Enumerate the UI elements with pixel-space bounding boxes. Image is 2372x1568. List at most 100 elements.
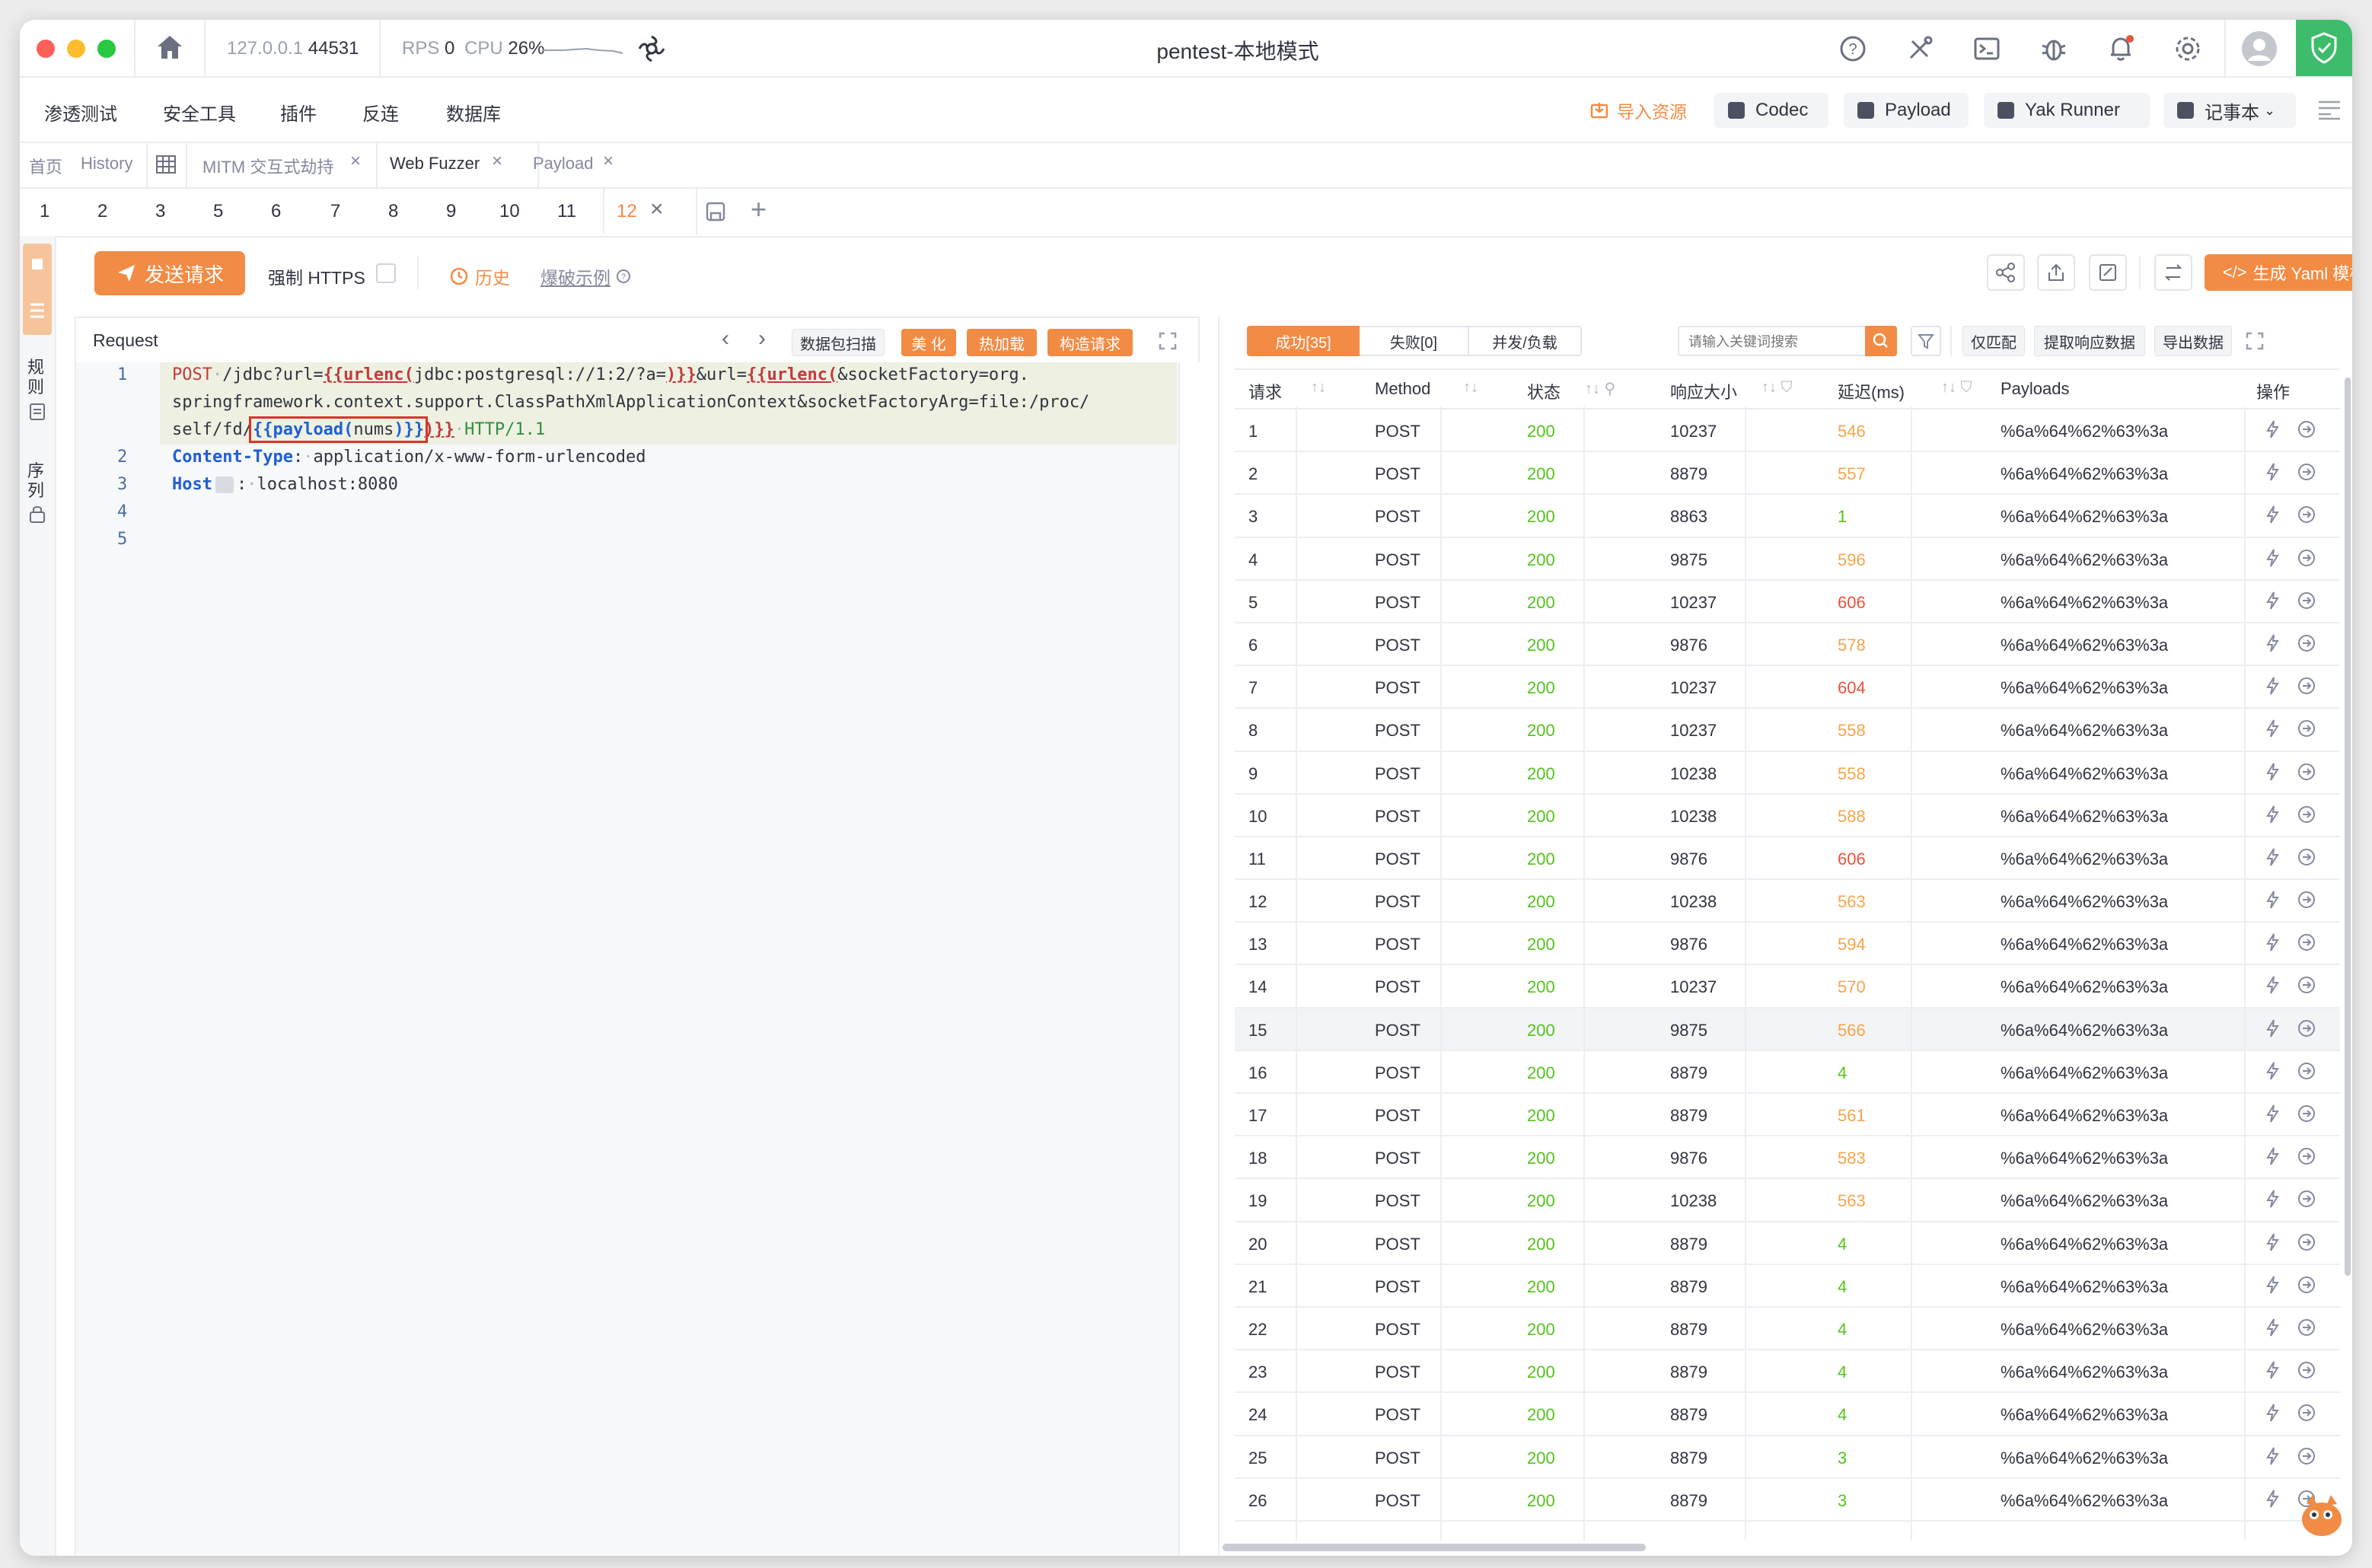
search-button[interactable] — [1865, 326, 1897, 356]
table-row[interactable]: 6 POST 200 9876 578 %6a%64%62%63%3a — [1235, 623, 2340, 667]
lightning-icon[interactable] — [2262, 419, 2284, 440]
col-delay[interactable]: 延迟(ms) — [1838, 379, 1905, 403]
yak-runner-button[interactable]: Yak Runner — [1984, 93, 2150, 128]
table-row[interactable]: 1 POST 200 10237 546 %6a%64%62%63%3a — [1235, 410, 2340, 453]
lightning-icon[interactable] — [2262, 846, 2284, 868]
view-detail-icon[interactable] — [2296, 1274, 2317, 1296]
lightning-icon[interactable] — [2262, 1445, 2284, 1467]
security-status[interactable] — [2296, 20, 2352, 76]
lightning-icon[interactable] — [2262, 504, 2284, 525]
table-row[interactable]: 25 POST 200 8879 3 %6a%64%62%63%3a — [1235, 1436, 2340, 1479]
view-detail-icon[interactable] — [2296, 1402, 2317, 1423]
swap-layout-button[interactable] — [2154, 254, 2192, 291]
sort-search-icon[interactable]: ↑↓ ⚲ — [1585, 379, 1615, 398]
col-request[interactable]: 请求 — [1248, 379, 1282, 403]
help-icon[interactable]: ? — [1838, 33, 1868, 64]
bug-icon[interactable] — [2039, 33, 2069, 64]
view-detail-icon[interactable] — [2296, 675, 2317, 696]
side-active-item[interactable] — [23, 244, 52, 335]
editor-scrollbar[interactable] — [1178, 362, 1200, 1556]
request-editor[interactable]: 1 2 3 4 5 POST·/jdbc?url={{urlenc(jdbc:p… — [76, 362, 1200, 1556]
lightning-icon[interactable] — [2262, 1146, 2284, 1167]
packet-scan-button[interactable]: 数据包扫描 — [792, 329, 885, 356]
lightning-icon[interactable] — [2262, 547, 2284, 569]
lightning-icon[interactable] — [2262, 1188, 2284, 1209]
table-row[interactable]: 9 POST 200 10238 558 %6a%64%62%63%3a — [1235, 752, 2340, 795]
view-detail-icon[interactable] — [2296, 932, 2317, 953]
terminal-icon[interactable] — [1972, 33, 2002, 64]
send-request-button[interactable]: 发送请求 — [94, 251, 245, 295]
menu-security-tools[interactable]: 安全工具 — [163, 99, 236, 126]
view-detail-icon[interactable] — [2296, 1317, 2317, 1338]
table-row[interactable]: 11 POST 200 9876 606 %6a%64%62%63%3a — [1235, 837, 2340, 881]
table-row[interactable]: 13 POST 200 9876 594 %6a%64%62%63%3a — [1235, 923, 2340, 966]
payload-button[interactable]: Payload — [1844, 93, 1969, 128]
table-row[interactable]: 23 POST 200 8879 4 %6a%64%62%63%3a — [1235, 1350, 2340, 1394]
view-detail-icon[interactable] — [2296, 1188, 2317, 1209]
notebook-dropdown[interactable]: 记事本 ⌄ — [2163, 93, 2296, 128]
tab-mitm[interactable]: MITM 交互式劫持 — [202, 154, 333, 178]
table-row[interactable]: 10 POST 200 10238 588 %6a%64%62%63%3a — [1235, 795, 2340, 837]
view-detail-icon[interactable] — [2296, 1060, 2317, 1082]
lightning-icon[interactable] — [2262, 1018, 2284, 1039]
engine-status-icon[interactable] — [636, 33, 667, 64]
lightning-icon[interactable] — [2262, 804, 2284, 825]
side-sequence-label[interactable]: 序列 — [27, 461, 47, 501]
match-only-button[interactable]: 仅匹配 — [1962, 326, 2025, 356]
col-status[interactable]: 状态 — [1527, 379, 1561, 403]
lightning-icon[interactable] — [2262, 889, 2284, 910]
menu-database[interactable]: 数据库 — [446, 99, 501, 126]
view-detail-icon[interactable] — [2296, 633, 2317, 654]
lightning-icon[interactable] — [2262, 461, 2284, 483]
table-row[interactable]: 5 POST 200 10237 606 %6a%64%62%63%3a — [1235, 581, 2340, 623]
lightning-icon[interactable] — [2262, 1488, 2284, 1509]
hot-load-button[interactable]: 热加载 — [967, 329, 1037, 356]
sort-icon[interactable]: ↑↓ — [1463, 379, 1478, 397]
col-method[interactable]: Method — [1375, 379, 1430, 399]
lightning-icon[interactable] — [2262, 1232, 2284, 1253]
view-detail-icon[interactable] — [2296, 1018, 2317, 1039]
tab-fail[interactable]: 失败[0] — [1360, 326, 1469, 356]
mascot-icon[interactable] — [2291, 1487, 2351, 1547]
close-tab-mitm-icon[interactable]: × — [350, 151, 361, 172]
tab-history[interactable]: History — [81, 154, 132, 174]
table-row[interactable]: 16 POST 200 8879 4 %6a%64%62%63%3a — [1235, 1051, 2340, 1094]
view-detail-icon[interactable] — [2296, 1359, 2317, 1381]
user-avatar-icon[interactable] — [2241, 30, 2278, 67]
subtab-3[interactable]: 3 — [155, 201, 165, 222]
view-detail-icon[interactable] — [2296, 718, 2317, 739]
subtab-5[interactable]: 5 — [213, 201, 223, 222]
lightning-icon[interactable] — [2262, 1274, 2284, 1296]
sort-filter-icon[interactable]: ↑↓ ⛉ — [1941, 379, 1972, 397]
tab-concurrent[interactable]: 并发/负载 — [1469, 326, 1582, 356]
view-detail-icon[interactable] — [2296, 974, 2317, 996]
import-resource-button[interactable]: 导入资源 — [1589, 97, 1687, 123]
tab-success[interactable]: 成功[35] — [1247, 326, 1360, 356]
view-detail-icon[interactable] — [2296, 1232, 2317, 1253]
table-row[interactable]: 2 POST 200 8879 557 %6a%64%62%63%3a — [1235, 452, 2340, 496]
subtab-1[interactable]: 1 — [40, 201, 49, 222]
save-tab-icon[interactable] — [703, 199, 728, 224]
extract-response-button[interactable]: 提取响应数据 — [2034, 326, 2145, 356]
table-row[interactable]: 15 POST 200 9875 566 %6a%64%62%63%3a — [1235, 1008, 2340, 1051]
settings-gear-icon[interactable] — [2173, 33, 2203, 64]
view-detail-icon[interactable] — [2296, 761, 2317, 782]
table-row[interactable]: 7 POST 200 10237 604 %6a%64%62%63%3a — [1235, 666, 2340, 709]
subtab-8[interactable]: 8 — [388, 201, 398, 222]
close-tab-payload-icon[interactable]: × — [603, 151, 614, 172]
col-payloads[interactable]: Payloads — [2001, 379, 2070, 399]
table-row[interactable]: 21 POST 200 8879 4 %6a%64%62%63%3a — [1235, 1265, 2340, 1308]
tools-icon[interactable] — [1905, 33, 1935, 64]
search-input[interactable] — [1687, 330, 1857, 353]
table-row[interactable]: 17 POST 200 8879 561 %6a%64%62%63%3a — [1235, 1094, 2340, 1137]
history-button[interactable]: 历史 — [449, 263, 510, 289]
lightning-icon[interactable] — [2262, 974, 2284, 996]
menu-plugins[interactable]: 插件 — [280, 99, 317, 126]
table-row[interactable]: 26 POST 200 8879 3 %6a%64%62%63%3a — [1235, 1479, 2340, 1522]
subtab-11[interactable]: 11 — [557, 201, 576, 222]
close-window-button[interactable] — [37, 40, 55, 58]
build-request-button[interactable]: 构造请求 — [1047, 329, 1133, 356]
tab-home[interactable]: 首页 — [29, 154, 62, 178]
view-detail-icon[interactable] — [2296, 504, 2317, 525]
lightning-icon[interactable] — [2262, 761, 2284, 782]
